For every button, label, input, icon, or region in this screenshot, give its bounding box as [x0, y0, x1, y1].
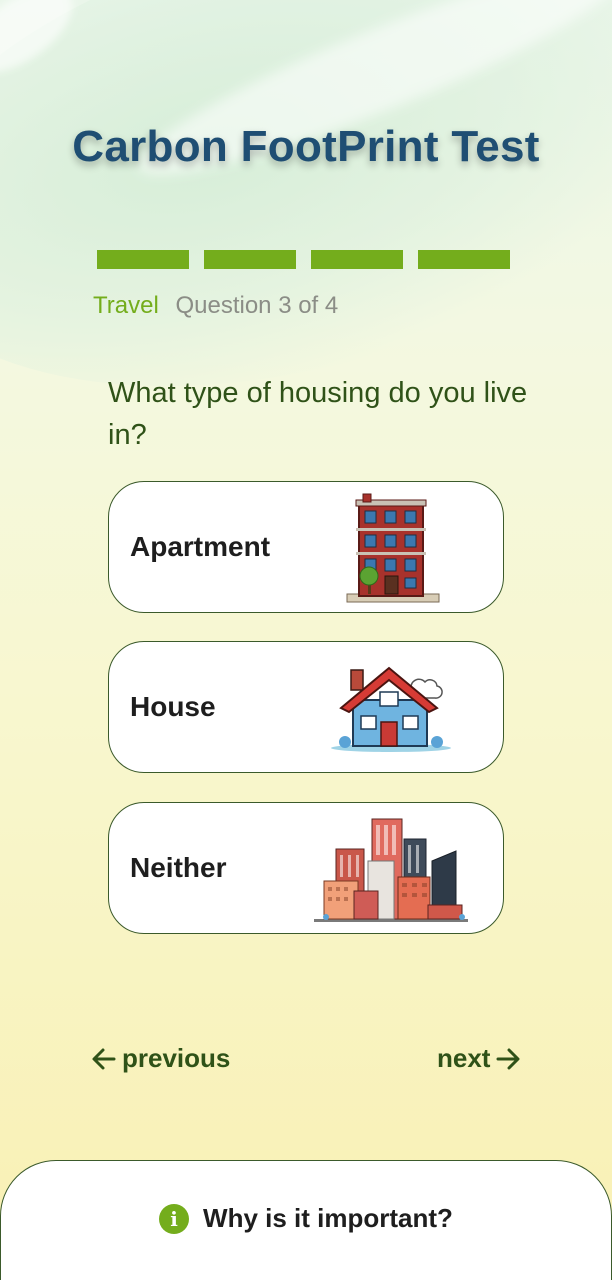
next-label: next — [437, 1043, 491, 1073]
previous-button[interactable]: previous — [90, 1043, 230, 1074]
option-apartment[interactable]: Apartment — [108, 481, 504, 613]
question-meta: Travel Question 3 of 4 — [93, 292, 338, 320]
why-important-label: Why is it important? — [203, 1203, 453, 1233]
question-text: What type of housing do you live in? — [108, 377, 528, 451]
arrow-left-icon — [92, 1048, 116, 1069]
next-button[interactable]: next — [437, 1043, 522, 1074]
option-label: Apartment — [130, 531, 271, 562]
apartment-building-icon — [346, 493, 440, 603]
city-buildings-icon — [314, 818, 468, 922]
progress-segment — [97, 250, 189, 269]
progress-segment — [204, 250, 296, 269]
info-icon: i — [159, 1203, 190, 1234]
option-label: Neither — [130, 852, 227, 883]
category-label: Travel — [93, 292, 159, 319]
progress-segment — [311, 250, 403, 269]
why-important-button[interactable]: i Why is it important? — [0, 1203, 612, 1234]
previous-label: previous — [122, 1043, 231, 1073]
option-label: House — [130, 691, 216, 722]
page-title: Carbon FootPrint Test — [72, 122, 540, 171]
option-house[interactable]: House — [108, 641, 504, 773]
option-neither[interactable]: Neither — [108, 802, 504, 934]
progress-bar — [97, 250, 510, 269]
house-icon — [331, 666, 451, 752]
question-counter: Question 3 of 4 — [175, 292, 339, 319]
arrow-right-icon — [496, 1048, 520, 1069]
progress-segment — [418, 250, 510, 269]
